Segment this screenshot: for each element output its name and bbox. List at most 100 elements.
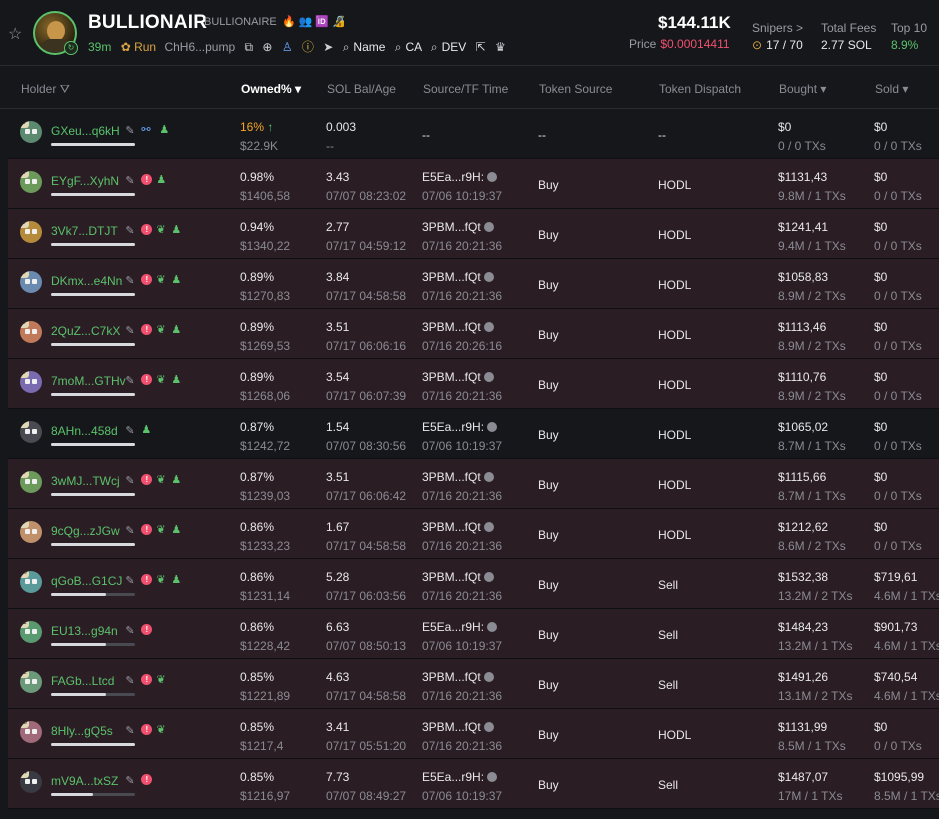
holder-avatar[interactable]: 1	[20, 121, 42, 143]
edit-icon[interactable]: ✎	[125, 124, 134, 137]
snipers-label[interactable]: Snipers >	[752, 21, 803, 35]
funding-time: 07/06 10:19:37	[422, 639, 502, 653]
token-dispatch: Sell	[658, 578, 678, 592]
search-name-label[interactable]: Name	[353, 40, 385, 54]
holder-address[interactable]: EU13...g94n	[51, 624, 118, 638]
holder-address[interactable]: 8AHn...458d	[51, 424, 118, 438]
token-address[interactable]: ChH6...pump	[164, 40, 235, 54]
holder-avatar[interactable]: 11	[20, 621, 42, 643]
user-icon: ♟	[171, 274, 182, 286]
table-row[interactable]: 7 8AHn...458d ✎ ♟ 0.87% $1242,72 1.54 07/07 08:…	[8, 409, 939, 459]
edit-icon[interactable]: ✎	[125, 324, 134, 337]
filter-icon[interactable]: ⛛	[60, 82, 70, 96]
holder-avatar[interactable]: 2	[20, 171, 42, 193]
search-ca-label[interactable]: CA	[406, 40, 422, 54]
table-row[interactable]: 4 DKmx...e4Nn ✎! ❦ ♟ 0.89% $1270,83 3.84 07/17 0…	[8, 259, 939, 309]
owned-percent-text: 0.85%	[240, 670, 275, 684]
holder-address[interactable]: 3wMJ...TWcj	[51, 474, 120, 488]
avatar-eye	[32, 679, 37, 684]
table-row[interactable]: 1 GXeu...q6kH ✎ ⚯ ♟ 16% ↑ $22.9K 0.003 -- -- -- -- $…	[8, 109, 939, 159]
table-row[interactable]: 14 mV9A...txSZ ✎! 0.85% $1216,97 7.73 07/07 08…	[8, 759, 939, 809]
funding-source: 3PBM...fQt	[422, 270, 494, 284]
edit-icon[interactable]: ✎	[125, 624, 134, 637]
copy-icon[interactable]: ⧉	[244, 40, 253, 55]
holder-address[interactable]: DKmx...e4Nn	[51, 274, 122, 288]
owned-usd-text: $1228,42	[240, 639, 291, 653]
holder-address[interactable]: qGoB...G1CJ	[51, 574, 122, 588]
col-sold[interactable]: Sold ▾	[875, 82, 908, 96]
col-sol-bal[interactable]: SOL Bal/Age	[327, 82, 396, 96]
holder-avatar[interactable]: 14	[20, 771, 42, 793]
table-row[interactable]: 3 3Vk7...DTJT ✎! ❦ ♟ 0.94% $1340,22 2.77 07/17 0…	[8, 209, 939, 259]
holder-avatar[interactable]: 8	[20, 471, 42, 493]
holder-address[interactable]: 7moM...GTHv	[51, 374, 126, 388]
bought-usd-text: $1115,66	[778, 470, 827, 484]
bought-txs-text: 13.1M / 2 TXs	[778, 689, 853, 703]
table-row[interactable]: 2 EYgF...XyhN ✎! ♟ 0.98% $1406,58 3.43 07/07 08…	[8, 159, 939, 209]
holder-address[interactable]: 3Vk7...DTJT	[51, 224, 118, 238]
holder-address[interactable]: mV9A...txSZ	[51, 774, 118, 788]
star-icon[interactable]: ☆	[8, 24, 22, 44]
table-row[interactable]: 8 3wMJ...TWcj ✎! ❦ ♟ 0.87% $1239,03 3.51 07/17 0…	[8, 459, 939, 509]
table-row[interactable]: 6 7moM...GTHv ✎! ❦ ♟ 0.89% $1268,06 3.54 07/17 0…	[8, 359, 939, 409]
edit-icon[interactable]: ✎	[125, 574, 134, 587]
warning-icon[interactable]: ⓘ	[302, 38, 314, 55]
crown-icon[interactable]: ♛	[495, 40, 506, 54]
sol-age: 07/17 04:58:58	[326, 539, 406, 553]
funding-source-text: 3PBM...fQt	[422, 370, 481, 384]
external-link-icon[interactable]: ⇱	[476, 40, 486, 54]
token-dispatch: --	[658, 128, 666, 142]
edit-icon[interactable]: ✎	[125, 224, 134, 237]
edit-icon[interactable]: ✎	[125, 174, 134, 187]
run-badge[interactable]: ✿ Run	[121, 40, 156, 54]
edit-icon[interactable]: ✎	[125, 374, 134, 387]
holder-avatar[interactable]: 4	[20, 271, 42, 293]
holder-address[interactable]: FAGb...Ltcd	[51, 674, 114, 688]
holder-address[interactable]: 9cQg...zJGw	[51, 524, 120, 538]
table-row[interactable]: 9 9cQg...zJGw ✎! ❦ ♟ 0.86% $1233,23 1.67 07/17 0…	[8, 509, 939, 559]
edit-icon[interactable]: ✎	[125, 724, 134, 737]
funding-time-text: 07/16 20:21:36	[422, 739, 503, 753]
table-row[interactable]: 13 8Hly...gQ5s ✎! ❦ 0.85% $1217,4 3.41 07/17 05…	[8, 709, 939, 759]
holder-avatar[interactable]: 9	[20, 521, 42, 543]
edit-icon[interactable]: ✎	[125, 274, 134, 287]
table-row[interactable]: 12 FAGb...Ltcd ✎! ❦ 0.85% $1221,89 4.63 07/17 0…	[8, 659, 939, 709]
holder-avatar[interactable]: 7	[20, 421, 42, 443]
holder-avatar[interactable]: 13	[20, 721, 42, 743]
col-bought[interactable]: Bought ▾	[779, 82, 826, 96]
holder-avatar[interactable]: 12	[20, 671, 42, 693]
token-header: ☆ ↻ BULLIONAIR BULLIONAIRE 🔥👥🆔🔏 39m ✿ Ru…	[0, 0, 939, 66]
edit-icon[interactable]: ✎	[125, 774, 134, 787]
edit-icon[interactable]: ✎	[125, 674, 134, 687]
search-dev-icon[interactable]: ⌕	[431, 40, 438, 55]
globe-icon[interactable]: ⊕	[262, 40, 272, 54]
search-ca-icon[interactable]: ⌕	[395, 40, 402, 55]
user-icon[interactable]: ♙	[282, 40, 293, 54]
col-token-dispatch[interactable]: Token Dispatch	[659, 82, 741, 96]
edit-icon[interactable]: ✎	[125, 524, 134, 537]
telegram-icon[interactable]: ➤	[323, 40, 333, 54]
holder-address[interactable]: 2QuZ...C7kX	[51, 324, 120, 338]
holder-avatar[interactable]: 3	[20, 221, 42, 243]
owned-percent: 0.85%	[240, 720, 274, 734]
col-source-time[interactable]: Source/TF Time	[423, 82, 508, 96]
sol-age-text: 07/17 04:59:12	[326, 239, 407, 253]
col-holder[interactable]: Holder ⛛	[21, 82, 70, 97]
holder-avatar[interactable]: 5	[20, 321, 42, 343]
edit-icon[interactable]: ✎	[125, 424, 134, 437]
table-row[interactable]: 11 EU13...g94n ✎! 0.86% $1228,42 6.63 07/07 08…	[8, 609, 939, 659]
holder-address[interactable]: EYgF...XyhN	[51, 174, 119, 188]
table-row[interactable]: 10 qGoB...G1CJ ✎! ❦ ♟ 0.86% $1231,14 5.28 07/17 …	[8, 559, 939, 609]
holder-address[interactable]: GXeu...q6kH	[51, 124, 120, 138]
holder-avatar[interactable]: 10	[20, 571, 42, 593]
holder-address[interactable]: 8Hly...gQ5s	[51, 724, 113, 738]
edit-icon[interactable]: ✎	[125, 474, 134, 487]
col-token-source[interactable]: Token Source	[539, 82, 612, 96]
sold-txs: 0 / 0 TXs	[874, 389, 922, 403]
col-owned[interactable]: Owned% ▾	[241, 82, 301, 96]
sol-age-text: 07/17 06:06:42	[326, 489, 407, 503]
holder-avatar[interactable]: 6	[20, 371, 42, 393]
search-name-icon[interactable]: ⌕	[343, 40, 350, 55]
table-row[interactable]: 5 2QuZ...C7kX ✎! ❦ ♟ 0.89% $1269,53 3.51 07/17 0…	[8, 309, 939, 359]
search-dev-label[interactable]: DEV	[442, 40, 467, 54]
